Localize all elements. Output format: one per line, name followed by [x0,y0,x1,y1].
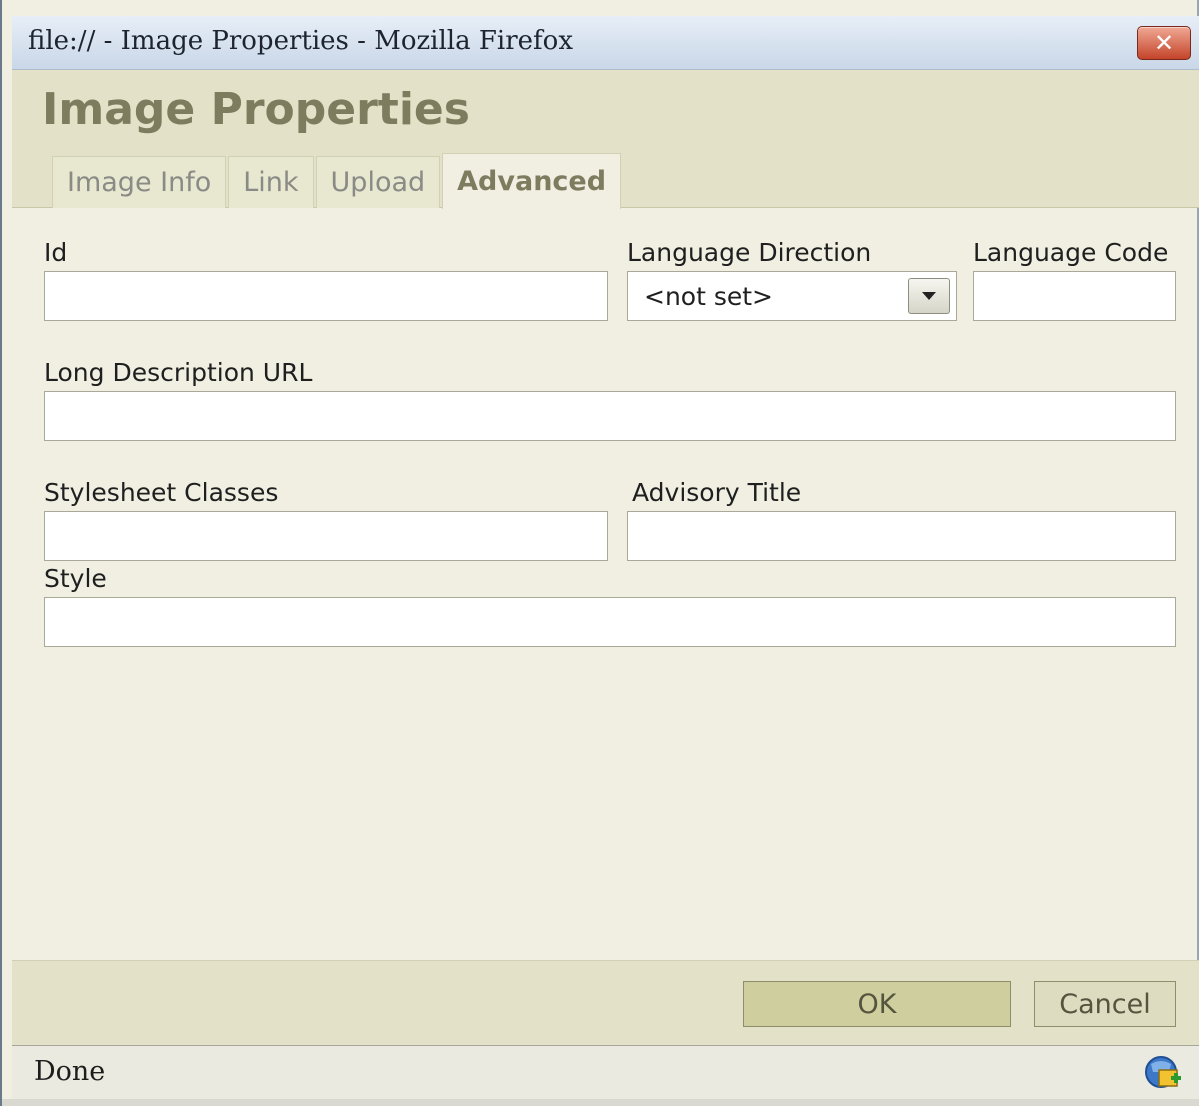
cancel-button[interactable]: Cancel [1034,981,1176,1027]
chevron-down-icon [922,292,936,300]
dialog-header: Image Properties Image Info Link Upload … [12,70,1199,209]
style-label: Style [44,564,107,593]
window-bottom-edge [2,1099,1199,1106]
browser-window: file:// - Image Properties - Mozilla Fir… [0,0,1199,1106]
stylesheet-classes-label: Stylesheet Classes [44,478,279,507]
tab-link[interactable]: Link [228,156,314,208]
style-input[interactable] [44,597,1176,647]
language-code-input[interactable] [973,271,1176,321]
status-text: Done [34,1056,106,1087]
advisory-title-input[interactable] [627,511,1176,561]
dropdown-button[interactable] [908,278,950,314]
language-direction-label: Language Direction [627,238,872,267]
long-description-url-input[interactable] [44,391,1176,441]
advanced-tab-panel: Id Language Direction <not set> Language… [12,208,1199,960]
tab-bar: Image Info Link Upload Advanced [52,152,623,209]
id-label: Id [44,238,68,267]
tab-upload[interactable]: Upload [315,156,441,208]
dialog-footer: OK Cancel [12,960,1199,1045]
advisory-title-label: Advisory Title [632,478,802,507]
status-bar: Done [12,1045,1199,1099]
connection-icon [1145,1056,1181,1088]
window-title: file:// - Image Properties - Mozilla Fir… [28,26,573,56]
window-title-bar[interactable]: file:// - Image Properties - Mozilla Fir… [12,16,1199,70]
language-code-label: Language Code [973,238,1169,267]
stylesheet-classes-input[interactable] [44,511,608,561]
tab-image-info[interactable]: Image Info [52,156,227,208]
window-close-button[interactable]: ✕ [1137,26,1191,60]
tab-advanced[interactable]: Advanced [442,153,622,209]
dialog-title: Image Properties [42,84,470,135]
long-description-url-label: Long Description URL [44,358,313,387]
close-icon: ✕ [1153,29,1175,57]
language-direction-value: <not set> [644,281,773,311]
language-direction-select[interactable]: <not set> [627,271,957,321]
ok-button[interactable]: OK [743,981,1011,1027]
id-input[interactable] [44,271,608,321]
